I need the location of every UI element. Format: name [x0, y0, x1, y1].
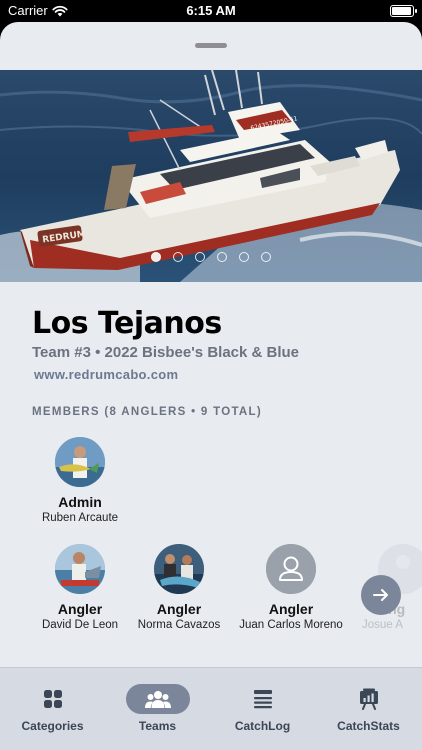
person-placeholder-icon — [266, 544, 316, 594]
carousel-page-dots[interactable] — [0, 252, 422, 262]
list-icon — [253, 690, 272, 709]
member-role: Angler — [156, 601, 202, 617]
tab-teams[interactable]: Teams — [105, 668, 210, 750]
member-avatar — [55, 544, 105, 594]
tab-label: Categories — [21, 719, 84, 733]
member-card[interactable]: Admin Ruben Arcaute — [25, 437, 135, 525]
member-name: Ruben Arcaute — [41, 512, 119, 524]
member-card[interactable]: Angler David De Leon — [25, 544, 135, 632]
carousel-dot[interactable] — [173, 252, 183, 262]
team-photo-carousel[interactable]: REDRUM 6243572050-51 — [0, 70, 422, 282]
status-bar: Carrier 6:15 AM — [0, 0, 422, 22]
tab-catchlog[interactable]: CatchLog — [210, 668, 315, 750]
status-time: 6:15 AM — [186, 3, 236, 18]
next-members-button[interactable] — [361, 575, 401, 615]
tab-label: Teams — [138, 719, 177, 733]
tab-catchstats[interactable]: CatchStats — [316, 668, 421, 750]
team-website-link[interactable]: www.redrumcabo.com — [34, 367, 178, 382]
people-icon — [144, 691, 171, 708]
members-heading: MEMBERS (8 ANGLERS • 9 TOTAL) — [32, 406, 262, 418]
member-role: Angler — [268, 601, 314, 617]
member-name: David De Leon — [41, 619, 119, 631]
carousel-dot[interactable] — [151, 252, 161, 262]
member-avatar — [55, 437, 105, 487]
tab-bar: Categories Teams CatchLog CatchStats — [0, 667, 422, 750]
battery-icon — [390, 5, 417, 17]
member-name: Josue A — [362, 619, 403, 631]
battery-fill — [392, 7, 411, 15]
sheet-grabber-handle[interactable] — [195, 43, 227, 48]
member-card[interactable]: Angler Norma Cavazos — [124, 544, 234, 632]
tab-label: CatchStats — [337, 719, 400, 733]
carousel-dot[interactable] — [195, 252, 205, 262]
carousel-dot[interactable] — [217, 252, 227, 262]
boat-photo: REDRUM 6243572050-51 — [0, 70, 422, 282]
team-subtitle: Team #3 • 2022 Bisbee's Black & Blue — [32, 344, 300, 361]
carousel-dot[interactable] — [239, 252, 249, 262]
chart-board-icon — [359, 688, 378, 710]
team-detail-sheet: REDRUM 6243572050-51 Los Tejanos Team #3… — [0, 22, 422, 750]
arrow-right-icon — [373, 589, 388, 601]
member-name: Juan Carlos Moreno — [239, 619, 343, 631]
carousel-dot[interactable] — [261, 252, 271, 262]
tab-categories[interactable]: Categories — [0, 668, 105, 750]
member-role: Admin — [58, 494, 102, 510]
member-avatar — [154, 544, 204, 594]
grid-icon — [43, 690, 62, 708]
member-name: Norma Cavazos — [137, 619, 221, 631]
member-role: Angler — [57, 601, 103, 617]
tab-label: CatchLog — [234, 719, 291, 733]
member-card[interactable]: Angler Juan Carlos Moreno — [236, 544, 346, 632]
team-name: Los Tejanos — [32, 306, 222, 341]
